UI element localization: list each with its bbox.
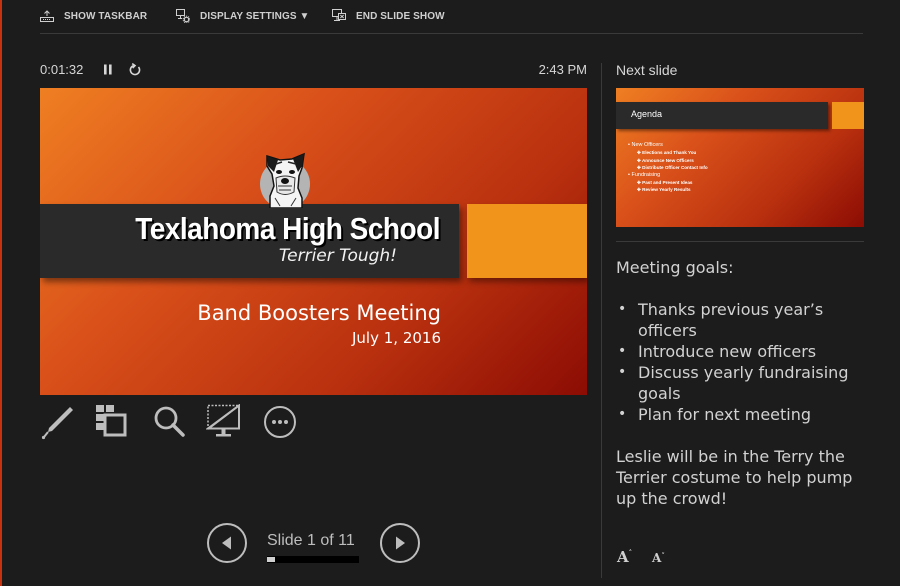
end-slide-show-label: END SLIDE SHOW — [356, 10, 445, 22]
arrow-left-icon — [222, 536, 231, 550]
notes-divider — [616, 241, 864, 242]
thumb-bullet-item: New Officers — [628, 142, 708, 149]
window-edge — [0, 0, 2, 586]
notes-bullet-item: Introduce new officers — [616, 341, 866, 362]
next-slide-button[interactable] — [380, 523, 420, 563]
notes-bullet-item: Discuss yearly fundraising goals — [616, 362, 866, 404]
show-taskbar-button[interactable]: SHOW TASKBAR — [40, 8, 147, 24]
slide-date: July 1, 2016 — [352, 329, 441, 347]
elapsed-timer: 0:01:32 — [40, 62, 84, 77]
notes-paragraph: Leslie will be in the Terry the Terrier … — [616, 447, 853, 508]
slide-progress-bar[interactable] — [267, 556, 359, 563]
thumb-bullet-item: Past and Present Ideas — [628, 179, 708, 186]
accent-block — [467, 204, 587, 278]
decrease-font-button[interactable]: A˅ — [652, 551, 665, 565]
thumb-bullet-item: Fundraising — [628, 172, 708, 179]
end-slide-show-button[interactable]: END SLIDE SHOW — [332, 8, 445, 24]
end-slide-show-icon — [332, 9, 346, 21]
thumb-bullet-item: Elections and Thank You — [628, 149, 708, 156]
pane-divider[interactable] — [601, 63, 602, 578]
slide-meeting-title: Band Boosters Meeting — [197, 301, 441, 325]
see-all-slides-icon[interactable] — [94, 404, 130, 440]
speaker-notes[interactable]: Meeting goals: Thanks previous year’s of… — [616, 257, 866, 509]
decrease-font-icon: A — [652, 551, 662, 565]
slide-counter[interactable]: Slide 1 of 11 — [267, 532, 355, 550]
arrow-right-icon — [396, 536, 405, 550]
increase-font-button[interactable]: A˄ — [617, 548, 632, 566]
notes-bullet-item: Thanks previous year’s officers — [616, 299, 866, 341]
next-slide-thumbnail[interactable]: Agenda New OfficersElections and Thank Y… — [616, 88, 864, 227]
current-time: 2:43 PM — [538, 62, 587, 77]
pen-icon[interactable] — [40, 404, 76, 440]
increase-font-icon: A — [617, 548, 629, 566]
display-settings-button[interactable]: DISPLAY SETTINGS ▼ — [176, 8, 310, 24]
more-options-icon[interactable] — [262, 404, 298, 440]
display-settings-icon — [176, 9, 190, 23]
taskbar-icon — [40, 10, 54, 22]
next-slide-label: Next slide — [616, 62, 678, 78]
thumb-bullet-item: Distribute Officer Contact Info — [628, 164, 708, 171]
presenter-toolbar: SHOW TASKBAR DISPLAY SETTINGS ▼ END SLID… — [40, 0, 863, 34]
thumb-accent-block — [832, 102, 864, 129]
black-screen-icon[interactable] — [206, 404, 242, 440]
current-slide[interactable]: Texlahoma High School Terrier Tough! Ban… — [40, 88, 587, 395]
slide-school-title: Texlahoma High School — [135, 212, 440, 246]
thumb-bullet-item: Review Yearly Results — [628, 186, 708, 193]
terrier-logo-icon — [260, 152, 310, 208]
notes-bullet-list: Thanks previous year’s officersIntroduce… — [616, 299, 866, 425]
zoom-icon[interactable] — [152, 404, 188, 440]
thumb-title: Agenda — [631, 109, 663, 119]
show-taskbar-label: SHOW TASKBAR — [64, 10, 148, 22]
thumb-bullet-list: New OfficersElections and Thank YouAnnou… — [628, 142, 708, 194]
previous-slide-button[interactable] — [207, 523, 247, 563]
slide-progress-fill — [267, 557, 276, 562]
thumb-bullet-item: Announce New Officers — [628, 157, 708, 164]
pause-timer-icon[interactable] — [103, 64, 113, 75]
restart-timer-icon[interactable] — [128, 63, 142, 77]
display-settings-label: DISPLAY SETTINGS ▼ — [200, 10, 310, 22]
slide-tagline: Terrier Tough! — [278, 246, 397, 266]
notes-heading: Meeting goals: — [616, 258, 734, 277]
notes-bullet-item: Plan for next meeting — [616, 404, 866, 425]
caret-down-icon: ▼ — [299, 10, 310, 22]
